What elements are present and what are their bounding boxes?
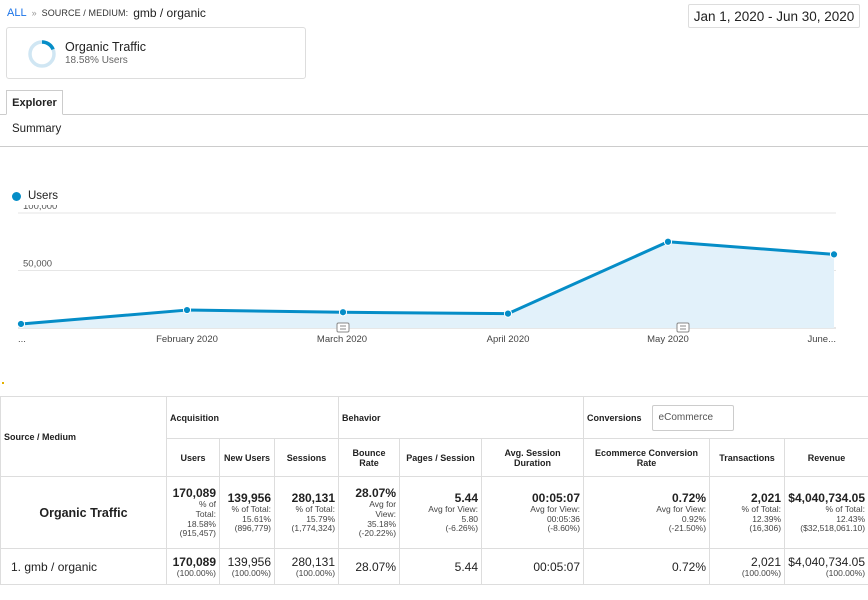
total-conversion-rate: 0.72% Avg for View: 0.92% (-21.50%) [583,476,711,549]
row-bounce-rate: 28.07% [338,548,401,585]
conversions-label: Conversions [587,412,642,423]
table-row: 1. gmb / organic 170,089 (100.00%) 139,9… [0,548,868,585]
dimension-header[interactable]: Source / Medium [0,396,167,477]
row-revenue: $4,040,734.05 (100.00%) [784,548,868,585]
col-bounce-rate[interactable]: Bounce Rate [338,438,401,477]
annotation-marker-icon [676,322,690,333]
breadcrumb: ALL » SOURCE / MEDIUM: gmb / organic [7,6,206,20]
total-transactions: 2,021 % of Total: 12.39% (16,306) [709,476,786,549]
group-acquisition: Acquisition [165,396,340,439]
divider [0,146,868,147]
col-revenue[interactable]: Revenue [784,438,868,477]
row-transactions: 2,021 (100.00%) [709,548,786,585]
col-transactions[interactable]: Transactions [709,438,786,477]
totals-segment-label: Organic Traffic [0,476,167,549]
legend-label: Users [28,190,59,202]
legend-dot-icon [12,191,21,201]
x-tick-label: February 2020 [156,334,218,345]
data-point [182,305,192,315]
chart-legend: Users [12,190,58,202]
x-tick-label: May 2020 [647,334,689,345]
breadcrumb-value: gmb / organic [133,6,206,20]
conversions-select[interactable]: eCommerce [651,404,734,431]
col-pages-session[interactable]: Pages / Session [399,438,483,477]
total-pages-session: 5.44 Avg for View: 5.80 (-6.26%) [399,476,483,549]
col-new-users[interactable]: New Users [219,438,275,477]
x-tick-label: March 2020 [317,334,367,345]
y-tick-label: 50,000 [23,259,52,270]
breadcrumb-dimension: SOURCE / MEDIUM: [41,8,129,18]
users-line-chart: 50,000 100,000... February 2020 March 2020 A… [16,205,839,345]
row-conversion-rate: 0.72% [583,548,711,585]
data-point [663,237,673,246]
segment-ring-icon [28,40,56,68]
date-range-picker[interactable]: Jan 1, 2020 - Jun 30, 2020 [688,4,860,28]
totals-row: Organic Traffic 170,089 % of Total: 18.5… [0,476,868,549]
total-sessions: 280,131 % of Total: 15.79% (1,774,324) [273,476,340,549]
data-point [338,308,348,317]
segment-percent: 18.58% Users [65,55,128,66]
segment-name: Organic Traffic [65,40,147,54]
row-source-medium[interactable]: 1. gmb / organic [0,548,167,585]
col-users[interactable]: Users [166,438,220,477]
row-new-users: 139,956 (100.00%) [219,548,275,585]
decorative-mark [2,382,4,384]
group-behavior: Behavior [338,396,585,439]
row-users: 170,089 (100.00%) [166,548,220,585]
row-pages-session: 5.44 [399,548,483,585]
tab-bar: Explorer [0,90,868,115]
data-point [16,319,26,329]
group-conversions: Conversions eCommerce [583,396,868,439]
data-point [503,309,513,318]
x-tick-label: ... [18,334,26,345]
report-table: Source / Medium Acquisition Behavior Con… [0,396,868,585]
total-avg-duration: 00:05:07 Avg for View: 00:05:36 (-8.60%) [481,476,585,549]
subtab-summary[interactable]: Summary [12,123,61,135]
x-tick-label: June... [807,334,836,345]
segment-card[interactable]: Organic Traffic 18.58% Users [6,27,306,79]
annotation-marker-icon [336,322,350,333]
total-bounce-rate: 28.07% Avg for View: 35.18% (-20.22%) [338,476,401,549]
col-sessions[interactable]: Sessions [273,438,340,477]
breadcrumb-separator: » [31,8,37,18]
total-revenue: $4,040,734.05 % of Total: 12.43% ($32,51… [784,476,868,549]
col-ecommerce-conversion-rate[interactable]: Ecommerce Conversion Rate [583,438,711,477]
x-tick-label: April 2020 [487,334,530,345]
total-users: 170,089 % of Total: 18.58% (915,457) [166,476,220,549]
total-new-users: 139,956 % of Total: 15.61% (896,779) [219,476,275,549]
y-tick-label: 100,000 [23,205,57,212]
breadcrumb-all-link[interactable]: ALL [7,7,27,19]
row-avg-duration: 00:05:07 [481,548,585,585]
row-sessions: 280,131 (100.00%) [273,548,340,585]
col-avg-session-duration[interactable]: Avg. Session Duration [481,438,585,477]
tab-explorer[interactable]: Explorer [6,90,63,115]
data-point [829,250,839,259]
